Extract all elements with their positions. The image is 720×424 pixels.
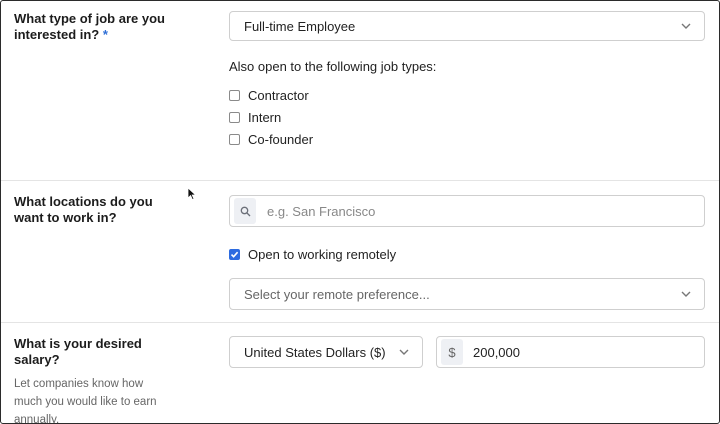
- chevron-down-icon: [681, 291, 691, 297]
- salary-help-text: Let companies know how much you would li…: [14, 378, 157, 424]
- remote-checkbox[interactable]: [229, 249, 240, 260]
- checkmark-icon: [230, 251, 239, 258]
- job-type-option-intern[interactable]: Intern: [229, 110, 281, 125]
- chevron-down-icon: [681, 23, 691, 29]
- currency-selected-value: United States Dollars ($): [244, 344, 386, 360]
- intern-checkbox[interactable]: [229, 112, 240, 123]
- section-divider: [1, 322, 719, 323]
- salary-amount-field[interactable]: $ 200,000: [436, 336, 705, 368]
- job-type-option-cofounder[interactable]: Co-founder: [229, 132, 313, 147]
- cofounder-checkbox[interactable]: [229, 134, 240, 145]
- chevron-down-icon: [399, 349, 409, 355]
- salary-amount-value: 200,000: [473, 344, 520, 360]
- job-type-selected-value: Full-time Employee: [244, 18, 356, 34]
- job-type-select[interactable]: Full-time Employee: [229, 11, 705, 41]
- intern-label: Intern: [248, 110, 282, 125]
- locations-question: What locations do you want to work in?: [14, 194, 153, 225]
- job-type-question: What type of job are you interested in? …: [14, 11, 184, 43]
- currency-select[interactable]: United States Dollars ($): [229, 336, 423, 368]
- currency-symbol: $: [441, 339, 463, 365]
- job-type-option-contractor[interactable]: Contractor: [229, 88, 309, 103]
- contractor-checkbox[interactable]: [229, 90, 240, 101]
- section-divider: [1, 180, 719, 181]
- remote-preference-placeholder: Select your remote preference...: [244, 286, 430, 302]
- job-type-question-text: What type of job are you interested in?: [14, 11, 165, 42]
- location-search-field[interactable]: e.g. San Francisco: [229, 195, 705, 227]
- remote-option[interactable]: Open to working remotely: [229, 247, 396, 262]
- remote-preference-select[interactable]: Select your remote preference...: [229, 278, 705, 310]
- location-search-placeholder: e.g. San Francisco: [267, 203, 376, 219]
- also-open-label: Also open to the following job types:: [229, 59, 437, 74]
- cofounder-label: Co-founder: [248, 132, 314, 147]
- mouse-pointer-icon: [187, 187, 197, 201]
- search-icon: [234, 198, 256, 224]
- contractor-label: Contractor: [248, 88, 309, 103]
- remote-label: Open to working remotely: [248, 247, 397, 262]
- required-asterisk: *: [102, 27, 108, 42]
- salary-question: What is your desired salary?: [14, 336, 142, 367]
- job-preferences-form: What type of job are you interested in? …: [0, 0, 720, 424]
